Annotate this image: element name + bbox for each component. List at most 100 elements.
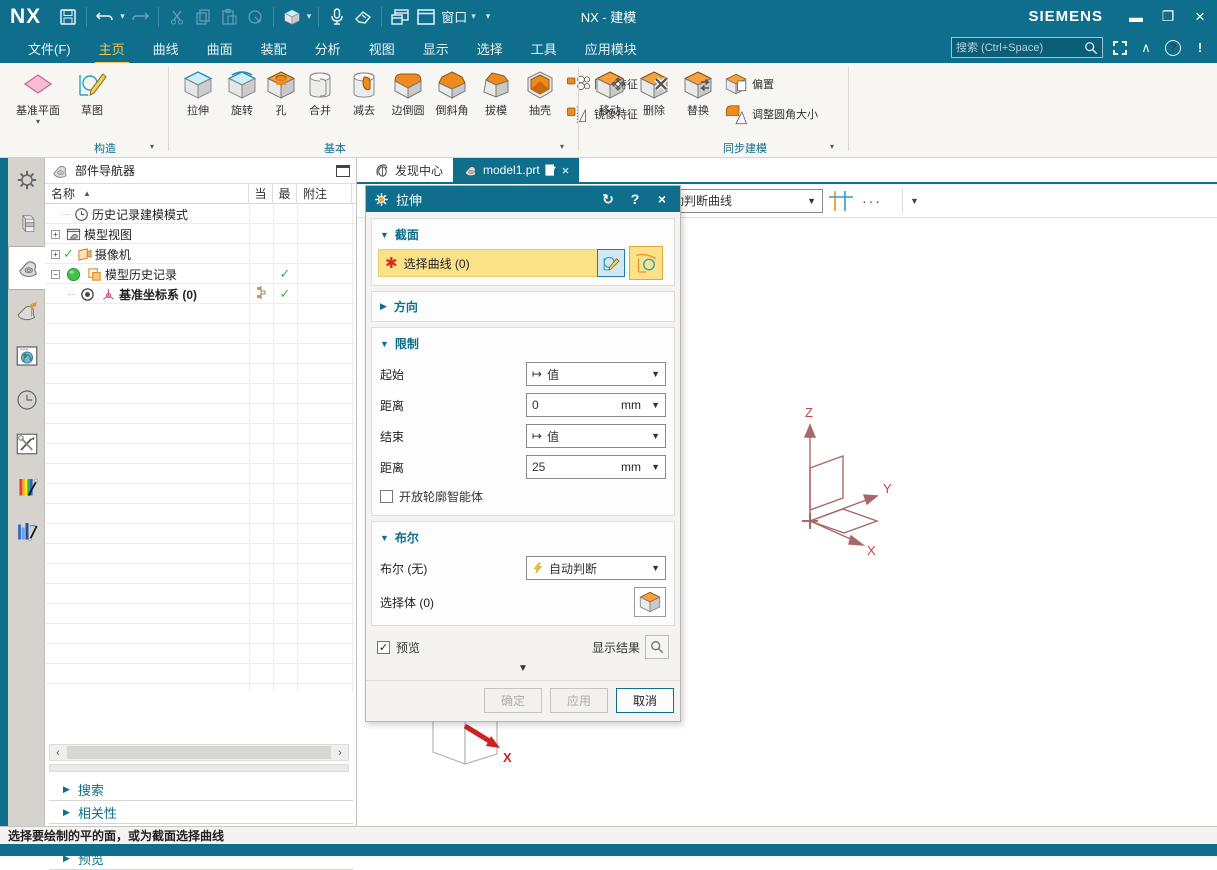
group-dropdown-caret[interactable]: ▾ [560, 142, 564, 151]
tab-surface[interactable]: 曲面 [193, 34, 247, 63]
panel-splitter[interactable] [49, 764, 349, 772]
view-box-dropdown-caret[interactable]: ▾ [305, 11, 314, 22]
sidebar-visual-reports-button[interactable] [8, 510, 45, 554]
group-dropdown-caret[interactable]: ▾ [830, 142, 834, 151]
new-window-icon[interactable] [413, 5, 439, 29]
tab-application[interactable]: 应用模块 [571, 34, 651, 63]
save-icon[interactable] [55, 5, 81, 29]
ribbon-subtract-button[interactable]: 减去 [342, 67, 386, 118]
more-options[interactable]: ··· [862, 193, 882, 209]
datum-csys-graphic[interactable]: Z Y X [757, 403, 937, 563]
tree-row-datum-csys[interactable]: ···· 基准坐标系 (0) ✓ [45, 284, 352, 304]
tab-view[interactable]: 视图 [355, 34, 409, 63]
ribbon-shell-button[interactable]: 抽壳 [518, 67, 562, 118]
scroll-left-icon[interactable]: ‹ [50, 747, 66, 759]
search-icon[interactable] [1084, 41, 1098, 55]
datum-plane-dropdown-caret[interactable]: ▾ [36, 119, 40, 125]
copy-icon[interactable] [190, 5, 216, 29]
column-current[interactable]: 当 [249, 184, 273, 203]
direction-group-header[interactable]: ▶ 方向 [371, 291, 675, 322]
dialog-reset-icon[interactable]: ↻ [598, 191, 618, 208]
extrude-dialog-titlebar[interactable]: 拉伸 ↻ ? × [366, 186, 680, 212]
sidebar-history-button[interactable] [8, 378, 45, 422]
window-menu-caret[interactable]: ▾ [469, 11, 478, 22]
menu-file[interactable]: 文件(F) [14, 34, 85, 63]
snap-point-grid-icon[interactable] [827, 189, 855, 213]
end-distance-input[interactable]: 25 mm ▼ [526, 455, 666, 479]
expand-icon[interactable]: + [51, 250, 60, 259]
ribbon-move-face-button[interactable]: 移动 [588, 67, 632, 118]
check-icon[interactable]: ✓ [63, 246, 74, 262]
voice-command-icon[interactable] [324, 5, 350, 29]
column-last[interactable]: 最 [273, 184, 297, 203]
sketch-section-button[interactable] [597, 249, 625, 277]
sidebar-roles-button[interactable] [8, 158, 45, 202]
timestamp-order-icon[interactable] [249, 286, 273, 302]
scroll-right-icon[interactable]: › [332, 747, 348, 759]
undo-icon[interactable] [92, 5, 118, 29]
dialog-collapse-caret[interactable]: ▼ [371, 659, 675, 676]
end-limit-dropdown[interactable]: ↦ 值 ▼ [526, 424, 666, 448]
sidebar-assembly-navigator-button[interactable] [8, 202, 45, 246]
tree-row-cameras[interactable]: + ✓ 摄像机 [45, 244, 352, 264]
tab-selection[interactable]: 选择 [463, 34, 517, 63]
ribbon-delete-face-button[interactable]: 删除 [632, 67, 676, 118]
boolean-group-header[interactable]: ▼ 布尔 [378, 526, 668, 549]
window-menu[interactable]: 窗口 [439, 7, 469, 26]
ribbon-hole-button[interactable]: 孔 [264, 67, 298, 118]
move-object-icon[interactable] [242, 5, 268, 29]
dialog-options-gear-icon[interactable] [374, 192, 389, 207]
help-icon[interactable]: ? [1165, 40, 1181, 56]
section-dependencies[interactable]: ▶相关性 [49, 801, 353, 824]
checkbox-unchecked-icon[interactable] [380, 490, 393, 503]
tab-assemblies[interactable]: 装配 [247, 34, 301, 63]
ribbon-chamfer-button[interactable]: 倒斜角 [430, 67, 474, 118]
curve-select-button[interactable] [629, 246, 663, 280]
sidebar-constraint-navigator-button[interactable] [8, 290, 45, 334]
scrollbar-thumb[interactable] [67, 746, 331, 759]
ribbon-extrude-button[interactable]: 拉伸 [176, 67, 220, 118]
view-box-icon[interactable] [279, 5, 305, 29]
tab-analysis[interactable]: 分析 [301, 34, 355, 63]
section-search[interactable]: ▶搜索 [49, 778, 353, 801]
ribbon-resize-blend-button[interactable]: 调整圆角大小 [724, 102, 818, 126]
ribbon-unite-button[interactable]: 合并 [298, 67, 342, 118]
group-dropdown-caret[interactable]: ▾ [150, 142, 154, 151]
select-body-button[interactable] [634, 587, 666, 617]
tab-model1-prt[interactable]: model1.prt × [453, 158, 579, 182]
close-tab-icon[interactable]: × [562, 163, 570, 178]
column-note[interactable]: 附注 [297, 184, 352, 203]
limits-group-header[interactable]: ▼ 限制 [378, 332, 668, 355]
touch-mode-icon[interactable] [350, 5, 376, 29]
expand-icon[interactable]: + [51, 230, 60, 239]
ribbon-collapse-caret[interactable]: ▾ [484, 11, 493, 22]
tab-discovery-center[interactable]: 发现中心 [365, 158, 453, 182]
tab-curve[interactable]: 曲线 [139, 34, 193, 63]
sidebar-part-navigator-button[interactable] [8, 246, 46, 290]
cancel-button[interactable]: 取消 [616, 688, 674, 713]
tab-home[interactable]: 主页 [85, 34, 139, 63]
check-icon[interactable]: ✓ [273, 266, 297, 282]
redo-icon[interactable] [127, 5, 153, 29]
ribbon-edge-blend-button[interactable]: 边倒圆 [386, 67, 430, 118]
ribbon-sketch-button[interactable]: 草图 [70, 67, 114, 118]
search-input[interactable] [956, 42, 1084, 54]
paste-icon[interactable] [216, 5, 242, 29]
apply-button[interactable]: 应用 [550, 688, 608, 713]
tree-row-history-mode[interactable]: ···· 历史记录建模模式 [45, 204, 352, 224]
cut-icon[interactable] [164, 5, 190, 29]
tree-row-model-views[interactable]: + 模型视图 [45, 224, 352, 244]
ribbon-offset-button[interactable]: 偏置 [724, 72, 818, 96]
boolean-dropdown[interactable]: 自动判断 ▼ [526, 556, 666, 580]
ribbon-datum-plane-button[interactable]: 基准平面 ▾ [6, 67, 70, 125]
minimize-ribbon-icon[interactable]: ∧ [1137, 40, 1155, 56]
column-name[interactable]: 名称▲ [45, 184, 249, 203]
collapse-icon[interactable]: − [51, 270, 60, 279]
start-limit-dropdown[interactable]: ↦ 值 ▼ [526, 362, 666, 386]
cascade-windows-icon[interactable] [387, 5, 413, 29]
minimize-button[interactable]: ▬ [1127, 9, 1145, 25]
checkbox-checked-icon[interactable]: ✓ [377, 641, 390, 654]
command-search[interactable] [951, 37, 1103, 58]
tab-tools[interactable]: 工具 [517, 34, 571, 63]
undo-dropdown-caret[interactable]: ▾ [118, 11, 127, 22]
